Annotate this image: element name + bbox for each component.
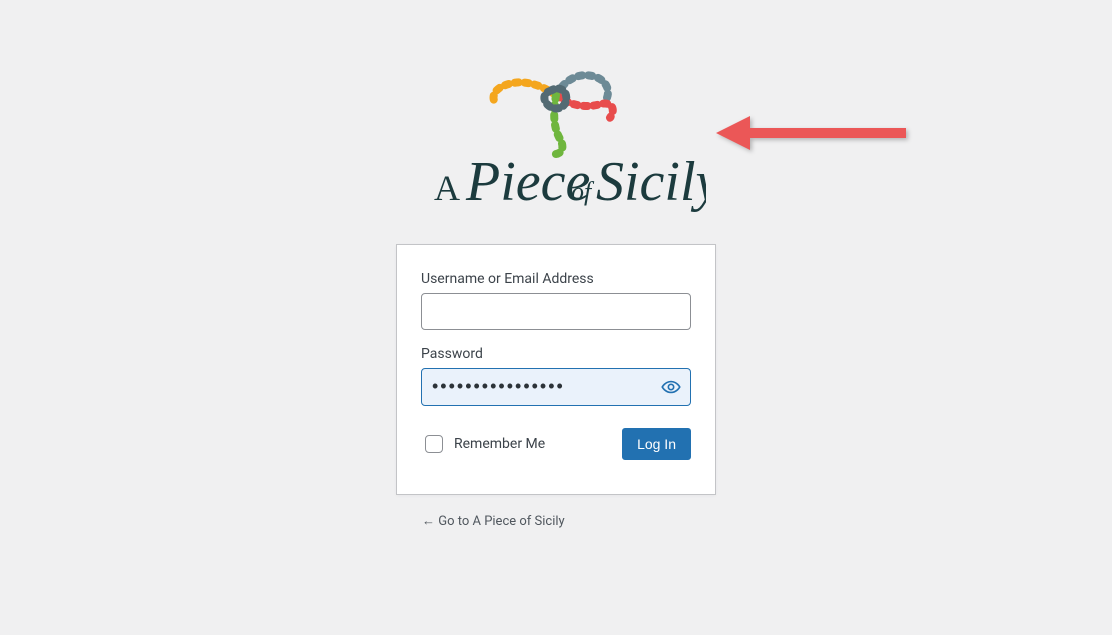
site-logo-image: A Piece of Sicily [406, 40, 706, 220]
remember-me-checkbox[interactable] [425, 435, 443, 453]
svg-text:A: A [434, 168, 460, 208]
svg-text:of: of [571, 177, 595, 206]
eye-icon [661, 376, 681, 398]
login-form: Username or Email Address Password Remem… [396, 244, 716, 495]
login-button[interactable]: Log In [622, 428, 691, 460]
svg-text:Sicily: Sicily [596, 151, 706, 213]
annotation-arrow [716, 108, 916, 162]
username-label: Username or Email Address [421, 271, 691, 287]
back-to-site-link[interactable]: ← Go to A Piece of Sicily [422, 514, 565, 529]
password-label: Password [421, 346, 691, 362]
arrow-icon [716, 108, 916, 158]
site-logo-link[interactable]: A Piece of Sicily [396, 40, 716, 224]
show-password-button[interactable] [655, 371, 687, 403]
username-input[interactable] [421, 293, 691, 330]
remember-me-label[interactable]: Remember Me [421, 432, 545, 456]
remember-me-text: Remember Me [454, 436, 545, 452]
password-input[interactable] [421, 368, 691, 405]
